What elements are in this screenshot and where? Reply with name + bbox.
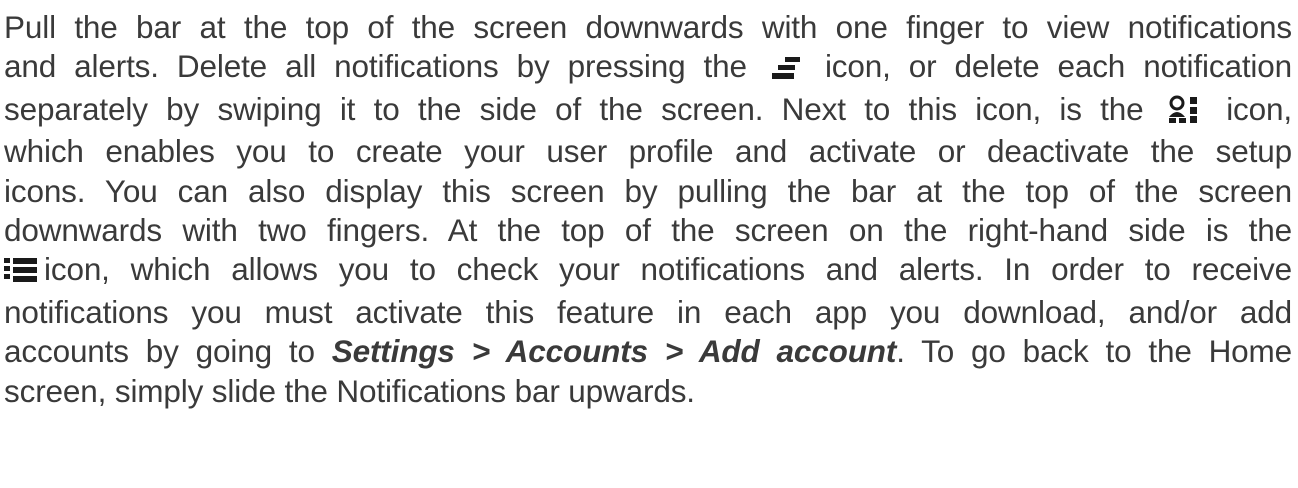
text-line-7: icon, which allows you to check your not… <box>4 250 1292 292</box>
clear-all-notifications-icon <box>771 50 801 89</box>
text-line-6: downwards with two fingers. At the top o… <box>4 211 1292 250</box>
text-segment: icon, <box>1226 90 1292 127</box>
notifications-list-icon <box>4 253 38 292</box>
settings-path: Settings > Accounts > Add account <box>331 333 897 370</box>
manual-paragraph: Pull the bar at the top of the screen do… <box>4 8 1292 411</box>
text-segment: separately by swiping it to the side of … <box>4 90 1144 127</box>
text-line-3: separately by swiping it to the side of … <box>4 90 1292 132</box>
text-segment: . To go back to the Home <box>896 333 1293 370</box>
text-segment: which enables you to create your user pr… <box>4 133 1292 170</box>
text-line-10: screen, simply slide the Notifications b… <box>4 372 1292 411</box>
user-profile-settings-icon <box>1168 93 1202 132</box>
text-line-2: and alerts. Delete all notifications by … <box>4 47 1292 89</box>
text-line-1: Pull the bar at the top of the screen do… <box>4 8 1292 47</box>
text-segment: downwards with two fingers. At the top o… <box>4 212 1292 249</box>
text-line-5: icons. You can also display this screen … <box>4 172 1292 211</box>
text-line-9: accounts by going to Settings > Accounts… <box>4 332 1292 371</box>
text-line-8: notifications you must activate this fea… <box>4 293 1292 332</box>
text-segment: notifications you must activate this fea… <box>4 293 1292 330</box>
text-line-4: which enables you to create your user pr… <box>4 132 1292 171</box>
text-segment: icon, or delete each notification <box>824 48 1293 85</box>
text-segment: Pull the bar at the top of the screen do… <box>4 9 1292 45</box>
text-segment: icons. You can also display this screen … <box>4 172 1292 209</box>
text-segment: screen, simply slide the Notifications b… <box>4 372 695 409</box>
text-segment: icon, which allows you to check your not… <box>44 251 1292 288</box>
text-segment: accounts by going to <box>4 333 315 370</box>
text-segment: and alerts. Delete all notifications by … <box>4 48 747 85</box>
